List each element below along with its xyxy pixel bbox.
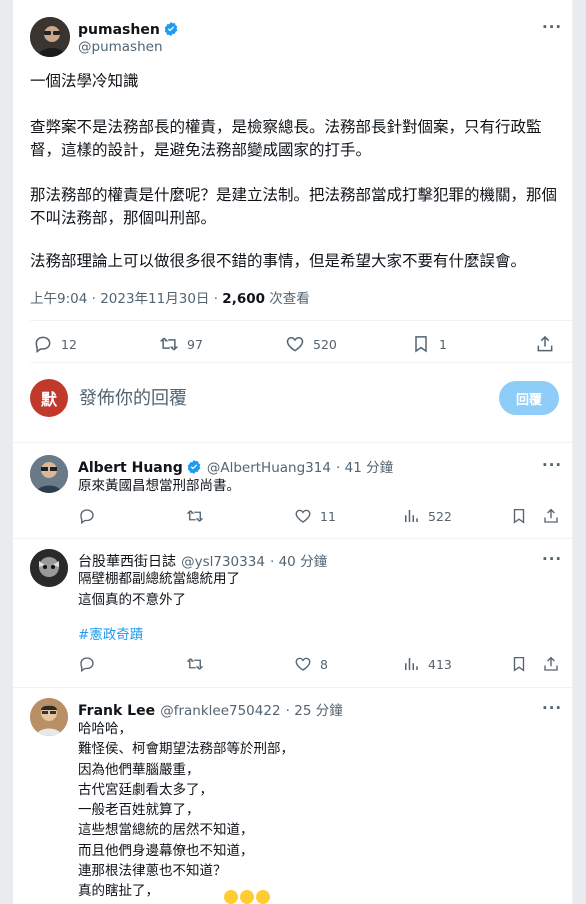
comment-view-count: 522: [428, 508, 452, 524]
comment-header: Frank Lee @franklee750422 · 25 分鐘: [78, 703, 343, 719]
bookmark-icon: [513, 508, 525, 524]
more-options-icon[interactable]: ···: [542, 550, 562, 568]
analytics-icon: [405, 510, 418, 522]
bookmark-icon: [513, 656, 525, 672]
tweet-detail-panel: pumashen @pumashen ··· 一個法學冷知識 查弊案不是法務部長…: [13, 0, 573, 904]
like-count: 520: [313, 336, 337, 352]
more-options-icon[interactable]: ···: [542, 456, 562, 474]
bookmark-action[interactable]: 1: [411, 334, 447, 354]
tweet-text-paragraph2: 查弊案不是法務部長的權責，是檢察總長。法務部長針對個案，只有行政監督，這樣的設計…: [30, 118, 542, 159]
tweet-text-line1: 一個法學冷知識: [30, 72, 139, 90]
emoji-group: [224, 887, 272, 904]
author-name-row[interactable]: pumashen: [78, 19, 179, 38]
comment-share-action[interactable]: [542, 507, 560, 525]
reply-icon: [35, 336, 51, 353]
comment-like-count: 8: [320, 656, 328, 672]
share-icon: [544, 656, 558, 671]
panel-border: [572, 0, 573, 904]
my-avatar-label: 默: [40, 390, 57, 409]
comment-text: 隔壁棚都副總統當總統用了 這個真的不意外了: [78, 571, 240, 608]
retweet-icon: [159, 337, 179, 351]
author-name[interactable]: pumashen: [78, 22, 160, 38]
comment-views-action[interactable]: 413: [402, 655, 452, 673]
comment-author-handle[interactable]: @ysl730334: [181, 554, 265, 570]
share-icon: [544, 508, 558, 523]
comment-header: Albert Huang @AlbertHuang314 · 41 分鐘: [78, 460, 394, 476]
divider: [13, 687, 573, 688]
retweet-icon: [186, 510, 204, 522]
comment-reply-action[interactable]: [78, 655, 96, 673]
comment-time[interactable]: 25 分鐘: [294, 703, 342, 719]
reply-icon: [80, 657, 94, 673]
comment-like-action[interactable]: 8: [294, 655, 328, 673]
view-label: 次查看: [269, 291, 310, 307]
comment-time[interactable]: 41 分鐘: [345, 460, 393, 476]
bookmark-count: 1: [439, 336, 447, 352]
comment-bookmark-action[interactable]: [510, 507, 528, 525]
author-avatar[interactable]: [30, 17, 70, 57]
share-icon: [537, 335, 553, 352]
more-options-icon[interactable]: ···: [542, 699, 562, 717]
comment-text: 哈哈哈， 難怪侯、柯會期望法務部等於刑部， 因為他們華腦嚴重， 古代宮廷劇看太多…: [78, 721, 294, 904]
comment-retweet-action[interactable]: [186, 655, 204, 673]
heart-icon: [286, 336, 304, 352]
heart-icon: [295, 509, 311, 523]
comment-avatar[interactable]: [30, 698, 68, 736]
reply-input[interactable]: 發佈你的回覆: [79, 384, 187, 410]
reply-count: 12: [61, 336, 77, 352]
clap-emoji-icon: [240, 890, 254, 904]
comment-like-action[interactable]: 11: [294, 507, 336, 525]
divider: [13, 442, 573, 443]
tweet-text-paragraph4: 法務部理論上可以做很多很不錯的事情，但是希望大家不要有什麼誤會。: [30, 252, 527, 270]
hashtag-link[interactable]: #憲政奇蹟: [78, 625, 143, 646]
tweet-text-paragraph3: 那法務部的權責是什麼呢？是建立法制。把法務部當成打擊犯罪的機關，那個不叫法務部，…: [30, 186, 558, 227]
comment-author-handle[interactable]: @AlbertHuang314: [207, 460, 331, 476]
bookmark-icon: [415, 336, 427, 353]
retweet-icon: [186, 658, 204, 670]
reply-icon: [80, 509, 94, 525]
comment-avatar[interactable]: [30, 455, 68, 493]
comment-text: 原來黃國昌想當刑部尚書。: [78, 478, 240, 494]
comment-share-action[interactable]: [542, 655, 560, 673]
comment-reply-action[interactable]: [78, 507, 96, 525]
comment-views-action[interactable]: 522: [402, 507, 452, 525]
comment-bookmark-action[interactable]: [510, 655, 528, 673]
retweet-action[interactable]: 97: [159, 334, 203, 354]
author-handle[interactable]: @pumashen: [78, 39, 163, 55]
like-action[interactable]: 520: [285, 334, 337, 354]
divider: [13, 538, 573, 539]
comment-header: 台股華西街日誌 @ysl730334 · 40 分鐘: [78, 554, 328, 570]
tweet-meta: 上午9:04 · 2023年11月30日 · 2,600 次查看: [30, 291, 310, 307]
share-action[interactable]: [535, 334, 555, 354]
retweet-count: 97: [187, 336, 203, 352]
analytics-icon: [405, 658, 418, 670]
view-count: 2,600: [222, 291, 265, 307]
divider: [30, 320, 573, 321]
comment-time[interactable]: 40 分鐘: [279, 554, 327, 570]
reply-button[interactable]: 回覆: [499, 381, 559, 415]
comment-author-name[interactable]: 台股華西街日誌: [78, 554, 176, 570]
reply-action[interactable]: 12: [33, 334, 77, 354]
heart-icon: [295, 657, 311, 671]
my-avatar[interactable]: 默: [30, 379, 68, 417]
comment-like-count: 11: [320, 508, 336, 524]
tweet-timestamp[interactable]: 上午9:04 · 2023年11月30日: [30, 291, 209, 307]
clap-emoji-icon: [224, 890, 238, 904]
reply-composer: 默 發佈你的回覆 回覆: [13, 362, 573, 440]
comment-author-name[interactable]: Albert Huang: [78, 460, 183, 476]
verified-badge-icon: [187, 460, 201, 474]
comment-author-name[interactable]: Frank Lee: [78, 703, 155, 719]
comment-author-handle[interactable]: @franklee750422: [160, 703, 280, 719]
comment-view-count: 413: [428, 656, 452, 672]
more-options-icon[interactable]: ···: [542, 18, 562, 36]
comment-retweet-action[interactable]: [186, 507, 204, 525]
comment-avatar[interactable]: [30, 549, 68, 587]
clap-emoji-icon: [256, 890, 270, 904]
verified-badge-icon: [164, 22, 178, 36]
